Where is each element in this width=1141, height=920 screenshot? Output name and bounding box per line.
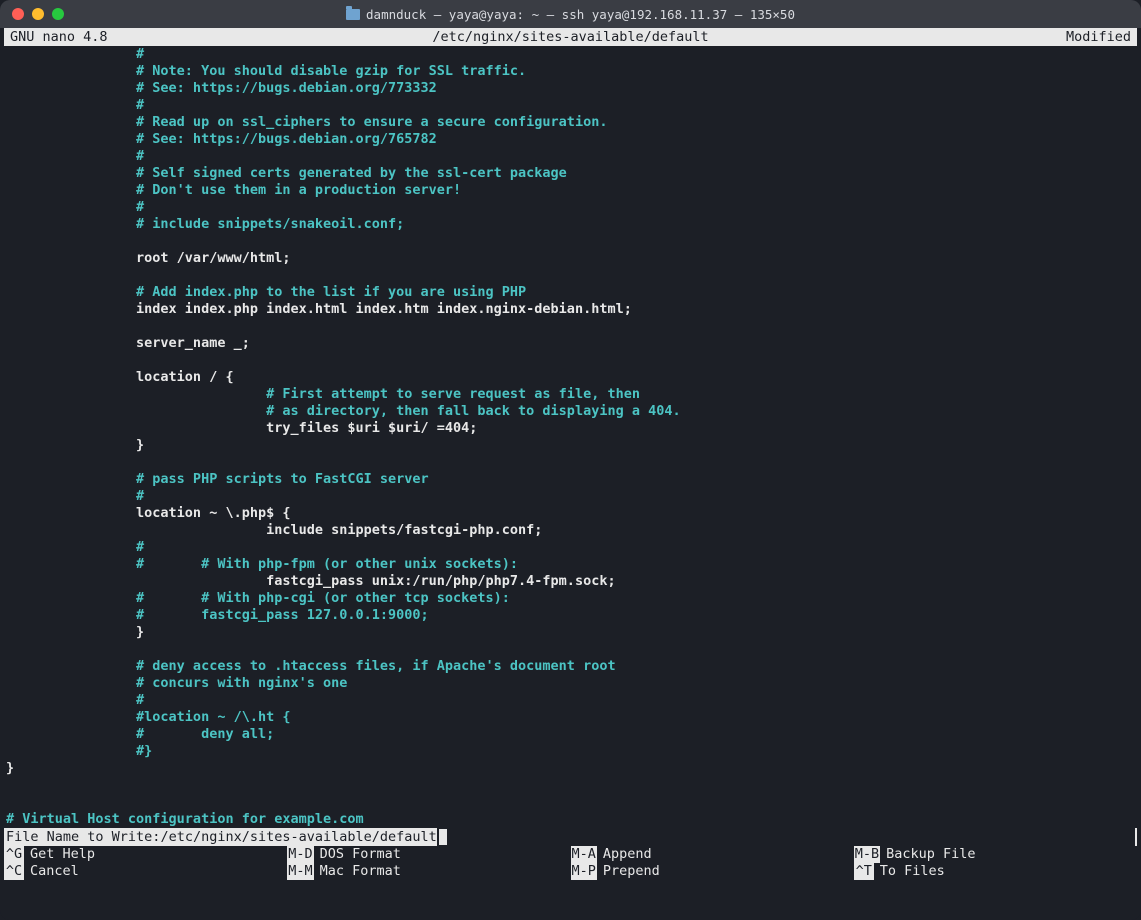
- editor-line: }: [6, 437, 1135, 454]
- editor-line: # Virtual Host configuration for example…: [6, 811, 1135, 828]
- editor-line: # Note: You should disable gzip for SSL …: [6, 63, 1135, 80]
- editor-line: #: [6, 539, 1135, 556]
- shortcut-label: DOS Format: [320, 846, 401, 863]
- nano-version: GNU nano 4.8: [10, 28, 108, 46]
- editor-line: [6, 318, 1135, 335]
- editor-content[interactable]: # # Note: You should disable gzip for SS…: [0, 46, 1141, 828]
- zoom-icon[interactable]: [52, 8, 64, 20]
- shortcut-key: M-D: [287, 846, 313, 863]
- shortcut-key: ^C: [4, 863, 24, 880]
- minimize-icon[interactable]: [32, 8, 44, 20]
- prompt-rest[interactable]: [437, 828, 1135, 846]
- titlebar: damnduck — yaya@yaya: ~ — ssh yaya@192.1…: [0, 0, 1141, 28]
- traffic-lights: [12, 8, 64, 20]
- shortcut-label: Append: [603, 846, 652, 863]
- editor-line: # fastcgi_pass 127.0.0.1:9000;: [6, 607, 1135, 624]
- shortcut-item[interactable]: M-A Append: [571, 846, 854, 863]
- editor-line: #: [6, 692, 1135, 709]
- shortcut-label: Mac Format: [320, 863, 401, 880]
- shortcut-key: M-B: [854, 846, 880, 863]
- editor-line: #: [6, 148, 1135, 165]
- shortcut-key: M-M: [287, 863, 313, 880]
- editor-line: # Add index.php to the list if you are u…: [6, 284, 1135, 301]
- editor-line: # Don't use them in a production server!: [6, 182, 1135, 199]
- editor-line: [6, 352, 1135, 369]
- editor-line: index index.php index.html index.htm ind…: [6, 301, 1135, 318]
- editor-line: # deny access to .htaccess files, if Apa…: [6, 658, 1135, 675]
- editor-line: #: [6, 199, 1135, 216]
- terminal-body[interactable]: GNU nano 4.8 /etc/nginx/sites-available/…: [0, 28, 1141, 920]
- editor-line: #}: [6, 743, 1135, 760]
- nano-header: GNU nano 4.8 /etc/nginx/sites-available/…: [4, 28, 1137, 46]
- window-title-text: damnduck — yaya@yaya: ~ — ssh yaya@192.1…: [366, 7, 795, 22]
- editor-line: #location ~ /\.ht {: [6, 709, 1135, 726]
- shortcut-item[interactable]: ^C Cancel: [4, 863, 287, 880]
- shortcut-item[interactable]: M-D DOS Format: [287, 846, 570, 863]
- editor-line: try_files $uri $uri/ =404;: [6, 420, 1135, 437]
- editor-line: # as directory, then fall back to displa…: [6, 403, 1135, 420]
- editor-line: server_name _;: [6, 335, 1135, 352]
- editor-line: #: [6, 97, 1135, 114]
- shortcut-label: Cancel: [30, 863, 79, 880]
- shortcut-key: ^T: [854, 863, 874, 880]
- nano-file-path: /etc/nginx/sites-available/default: [432, 28, 708, 46]
- editor-line: location ~ \.php$ {: [6, 505, 1135, 522]
- nano-modified-flag: Modified: [1066, 28, 1131, 46]
- shortcut-bar: ^G Get Help M-D DOS Format M-A Append M-B Backu…: [0, 846, 1141, 886]
- editor-line: }: [6, 624, 1135, 641]
- shortcut-label: Backup File: [886, 846, 975, 863]
- editor-line: # deny all;: [6, 726, 1135, 743]
- shortcut-item[interactable]: ^G Get Help: [4, 846, 287, 863]
- editor-line: # # With php-cgi (or other tcp sockets):: [6, 590, 1135, 607]
- editor-line: # Read up on ssl_ciphers to ensure a sec…: [6, 114, 1135, 131]
- prompt-value[interactable]: /etc/nginx/sites-available/default: [160, 828, 436, 846]
- editor-line: #: [6, 488, 1135, 505]
- shortcut-item[interactable]: M-P Prepend: [571, 863, 854, 880]
- editor-line: [6, 794, 1135, 811]
- editor-line: #: [6, 46, 1135, 63]
- editor-line: [6, 454, 1135, 471]
- folder-icon: [346, 9, 360, 20]
- editor-line: include snippets/fastcgi-php.conf;: [6, 522, 1135, 539]
- editor-line: # Self signed certs generated by the ssl…: [6, 165, 1135, 182]
- editor-line: [6, 641, 1135, 658]
- editor-line: [6, 233, 1135, 250]
- shortcut-label: To Files: [880, 863, 945, 880]
- editor-line: # include snippets/snakeoil.conf;: [6, 216, 1135, 233]
- editor-line: location / {: [6, 369, 1135, 386]
- editor-line: fastcgi_pass unix:/run/php/php7.4-fpm.so…: [6, 573, 1135, 590]
- prompt-label: File Name to Write:: [6, 828, 160, 846]
- shortcut-item[interactable]: M-M Mac Format: [287, 863, 570, 880]
- shortcut-key: ^G: [4, 846, 24, 863]
- editor-line: [6, 777, 1135, 794]
- close-icon[interactable]: [12, 8, 24, 20]
- editor-line: # pass PHP scripts to FastCGI server: [6, 471, 1135, 488]
- editor-line: # See: https://bugs.debian.org/773332: [6, 80, 1135, 97]
- editor-line: # concurs with nginx's one: [6, 675, 1135, 692]
- shortcut-label: Prepend: [603, 863, 660, 880]
- shortcut-label: Get Help: [30, 846, 95, 863]
- editor-line: # # With php-fpm (or other unix sockets)…: [6, 556, 1135, 573]
- editor-line: # See: https://bugs.debian.org/765782: [6, 131, 1135, 148]
- editor-line: # First attempt to serve request as file…: [6, 386, 1135, 403]
- cursor: [439, 829, 447, 845]
- shortcut-item[interactable]: M-B Backup File: [854, 846, 1137, 863]
- editor-line: [6, 267, 1135, 284]
- shortcut-key: M-A: [571, 846, 597, 863]
- shortcut-item[interactable]: ^T To Files: [854, 863, 1137, 880]
- shortcut-key: M-P: [571, 863, 597, 880]
- editor-line: root /var/www/html;: [6, 250, 1135, 267]
- terminal-window: damnduck — yaya@yaya: ~ — ssh yaya@192.1…: [0, 0, 1141, 920]
- window-title: damnduck — yaya@yaya: ~ — ssh yaya@192.1…: [10, 7, 1131, 22]
- editor-line: }: [6, 760, 1135, 777]
- write-prompt: File Name to Write: /etc/nginx/sites-ava…: [4, 828, 1137, 846]
